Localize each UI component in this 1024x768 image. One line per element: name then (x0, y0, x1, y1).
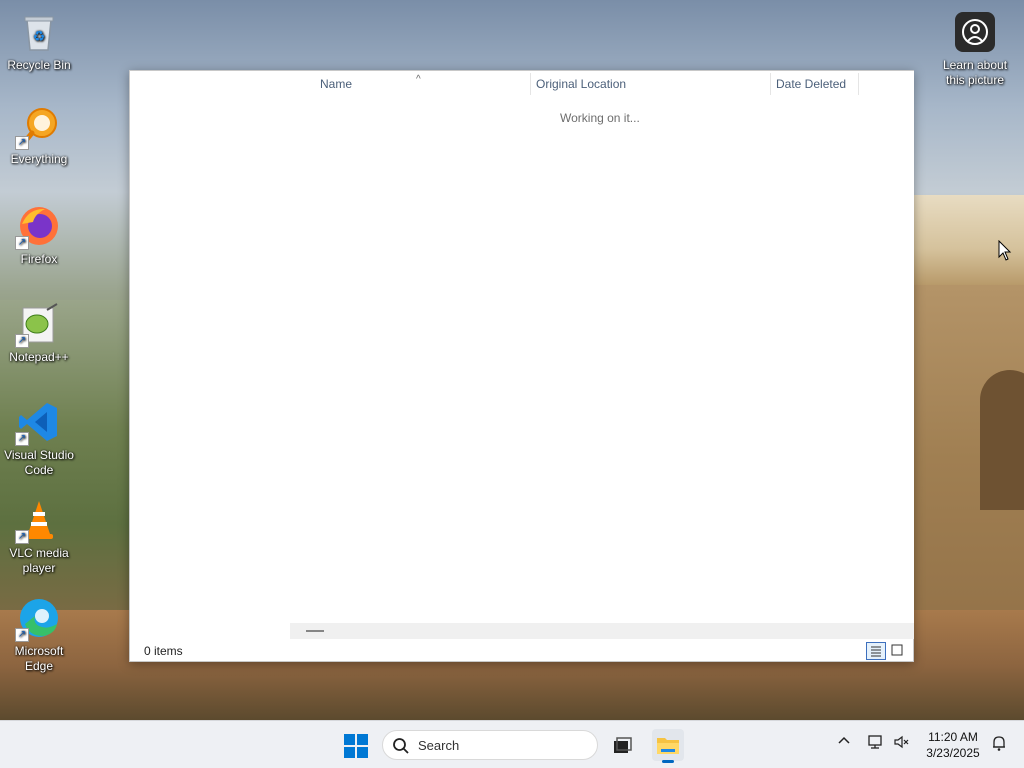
camera-icon (955, 12, 995, 52)
loading-status-text: Working on it... (560, 111, 640, 125)
volume-muted-icon (894, 735, 909, 749)
shortcut-arrow-icon: ↗ (15, 136, 29, 150)
shortcut-arrow-icon: ↗ (15, 628, 29, 642)
firefox-icon: ↗ (15, 204, 61, 250)
desktop-icon-firefox[interactable]: ↗ Firefox (2, 204, 76, 267)
status-bar: 0 items (130, 639, 913, 661)
folder-icon (657, 738, 679, 754)
volume-button[interactable] (893, 734, 911, 754)
taskbar-clock[interactable]: 11:20 AM 3/23/2025 (918, 729, 988, 761)
desktop-icon-vlc[interactable]: ↗ VLC media player (2, 498, 76, 576)
task-view-button[interactable] (606, 729, 638, 761)
details-view-button[interactable] (866, 642, 886, 660)
desktop-icon-recycle-bin[interactable]: ♻ Recycle Bin (2, 10, 76, 73)
shortcut-arrow-icon: ↗ (15, 530, 29, 544)
desktop-icon-everything[interactable]: ↗ Everything (2, 104, 76, 167)
notification-bell-icon (993, 736, 1005, 751)
desktop-icon-label: Recycle Bin (7, 58, 71, 72)
recycle-bin-icon: ♻ (17, 10, 61, 54)
everything-search-icon: ↗ (15, 104, 61, 150)
desktop-icon-label: Firefox (20, 252, 58, 266)
taskbar-search-box[interactable]: Search (382, 730, 598, 760)
desktop-icon-label: Everything (10, 152, 68, 166)
windows-logo-icon (344, 734, 368, 758)
column-header-label: Original Location (536, 77, 627, 91)
clock-date: 3/23/2025 (926, 746, 980, 760)
vlc-icon: ↗ (15, 498, 61, 544)
large-icons-view-button[interactable] (888, 642, 908, 660)
column-header-original-location[interactable]: Original Location (506, 71, 770, 97)
horizontal-scrollbar[interactable] (290, 623, 914, 639)
desktop-icon-label: Notepad++ (9, 350, 69, 364)
details-view-icon (871, 646, 881, 657)
clock-time: 11:20 AM (928, 730, 978, 744)
item-count: 0 items (144, 644, 183, 658)
shortcut-arrow-icon: ↗ (15, 334, 29, 348)
show-hidden-icons-button[interactable] (837, 734, 851, 752)
mouse-cursor-icon (998, 240, 1012, 261)
shortcut-arrow-icon: ↗ (15, 432, 29, 446)
sort-ascending-icon: ^ (416, 74, 421, 85)
active-app-indicator (662, 760, 674, 763)
column-divider[interactable] (858, 73, 859, 95)
file-explorer-taskbar-button[interactable] (652, 729, 684, 763)
desktop-icon-label: VLC media player (9, 546, 69, 575)
learn-label: Learn about this picture (942, 58, 1008, 87)
column-header-date-deleted[interactable]: Date Deleted (746, 71, 858, 97)
notepad-plus-plus-icon: ↗ (15, 302, 61, 348)
edge-icon: ↗ (15, 596, 61, 642)
vscode-icon: ↗ (15, 400, 61, 446)
network-status-button[interactable] (867, 734, 885, 754)
search-placeholder: Search (418, 738, 460, 753)
network-icon (868, 735, 882, 749)
chevron-up-icon (838, 736, 850, 744)
column-header-label: Date Deleted (776, 77, 847, 91)
notifications-button[interactable] (990, 734, 1008, 756)
file-list[interactable]: Name ^ Original Location Date Deleted Wo… (290, 71, 914, 623)
desktop-icon-vscode[interactable]: ↗ Visual Studio Code (2, 400, 76, 478)
desktop-icon-edge[interactable]: ↗ Microsoft Edge (2, 596, 76, 674)
recycle-bin-window: Name ^ Original Location Date Deleted Wo… (129, 70, 914, 662)
learn-about-picture[interactable]: Learn about this picture (936, 12, 1014, 88)
column-header-label: Name (320, 77, 353, 91)
taskbar: Search 11:20 AM 3/23/2025 (0, 720, 1024, 768)
navigation-pane[interactable] (130, 71, 290, 623)
desktop-icon-label: Microsoft Edge (14, 644, 64, 673)
scrollbar-thumb[interactable] (306, 630, 324, 632)
search-icon (393, 738, 409, 754)
start-button[interactable] (344, 734, 368, 758)
task-view-icon (614, 737, 632, 753)
shortcut-arrow-icon: ↗ (15, 236, 29, 250)
svg-text:♻: ♻ (33, 29, 46, 45)
desktop-icon-label: Visual Studio Code (4, 448, 74, 477)
column-header-name[interactable]: Name ^ (290, 71, 530, 97)
large-icons-view-icon (891, 644, 903, 656)
desktop-icon-notepad-plus-plus[interactable]: ↗ Notepad++ (2, 302, 76, 365)
